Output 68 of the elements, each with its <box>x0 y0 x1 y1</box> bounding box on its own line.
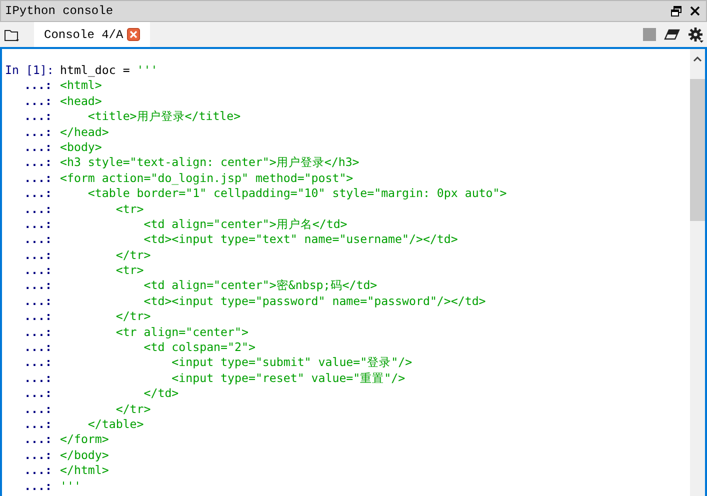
code-line: <html> <box>60 78 102 94</box>
code-line: <tr> <box>114 202 144 217</box>
code-line: <h3 style="text-align: center">用户登录</h3> <box>60 155 360 171</box>
console-prompt: ...: <box>23 309 53 325</box>
code-line: </form> <box>60 432 109 448</box>
console-prompt: ...: <box>23 109 53 125</box>
console-prompt: ...: <box>23 170 53 186</box>
scroll-up-icon[interactable] <box>693 56 702 62</box>
code-line: </html> <box>60 463 109 479</box>
console-prompt: ...: <box>23 294 53 310</box>
console-prompt: ...: <box>23 448 53 464</box>
code-line: <tr align="center"> <box>114 324 248 340</box>
code-line: <form action="do_login.jsp" method="post"> <box>60 170 354 186</box>
console-prompt: ...: <box>23 263 53 278</box>
close-tab-icon[interactable] <box>127 28 140 41</box>
console-prompt: ...: <box>23 386 53 402</box>
console-prompt: ...: <box>23 186 53 202</box>
console-prompt: ...: <box>23 370 53 386</box>
console-prompt: ...: <box>23 402 53 417</box>
code-line: </tr> <box>114 309 151 325</box>
console-prompt: ...: <box>23 202 53 217</box>
eraser-icon[interactable] <box>664 29 680 40</box>
code-line: <table border="1" cellpadding="10" style="margin: 0px auto"> <box>86 186 507 202</box>
code-line: ''' <box>60 478 81 494</box>
console-prompt: ...: <box>23 124 53 140</box>
string-quote: ''' <box>136 63 158 78</box>
code-line: </td> <box>142 386 179 402</box>
console-prompt: ...: <box>23 324 53 340</box>
console-prompt: In [1]: <box>5 63 55 78</box>
folder-icon[interactable] <box>4 28 20 42</box>
code-line: </body> <box>60 448 109 464</box>
scrollbar-thumb[interactable] <box>690 79 705 221</box>
console-prompt: ...: <box>23 140 53 156</box>
code-line: </head> <box>60 124 109 140</box>
undock-icon[interactable] <box>671 6 682 16</box>
code-line: <td align="center">用户名</td> <box>142 216 348 232</box>
code-line: <input type="reset" value="重置"/> <box>170 370 406 386</box>
code-line: </table> <box>86 416 144 432</box>
code-line: <td><input type="password" name="password"/></td> <box>142 294 486 310</box>
console-prompt: ...: <box>23 94 53 110</box>
pane-title: IPython console <box>5 4 114 18</box>
close-icon[interactable] <box>690 6 700 16</box>
code-text: html_doc = <box>60 63 131 78</box>
console-prompt: ...: <box>23 355 53 371</box>
code-line: <td><input type="text" name="username"/></td> <box>142 232 458 248</box>
console-prompt: ...: <box>23 463 53 479</box>
code-line: </tr> <box>114 402 151 417</box>
console-prompt: ...: <box>23 232 53 248</box>
code-line: </tr> <box>114 248 151 264</box>
code-line: <input type="submit" value="登录"/> <box>170 355 412 371</box>
console-prompt: ...: <box>23 478 53 494</box>
code-line: <body> <box>60 140 102 156</box>
console-prompt: ...: <box>23 78 53 94</box>
gear-icon[interactable] <box>688 26 704 42</box>
console-prompt: ...: <box>23 278 53 294</box>
console-prompt: ...: <box>23 340 53 356</box>
console-prompt: ...: <box>23 416 53 432</box>
code-line: <td align="center">密&nbsp;码</td> <box>142 278 378 294</box>
console-prompt: ...: <box>23 248 53 264</box>
scrollbar[interactable] <box>690 49 705 496</box>
console-prompt: ...: <box>23 216 53 232</box>
code-line: <tr> <box>114 263 144 278</box>
console-prompt: ...: <box>23 432 53 448</box>
code-line: <head> <box>60 94 102 110</box>
code-line: <title>用户登录</title> <box>86 109 241 125</box>
code-line: <td colspan="2"> <box>142 340 256 356</box>
console-prompt: ...: <box>23 155 53 171</box>
console-tab[interactable]: Console 4/A <box>34 22 150 47</box>
